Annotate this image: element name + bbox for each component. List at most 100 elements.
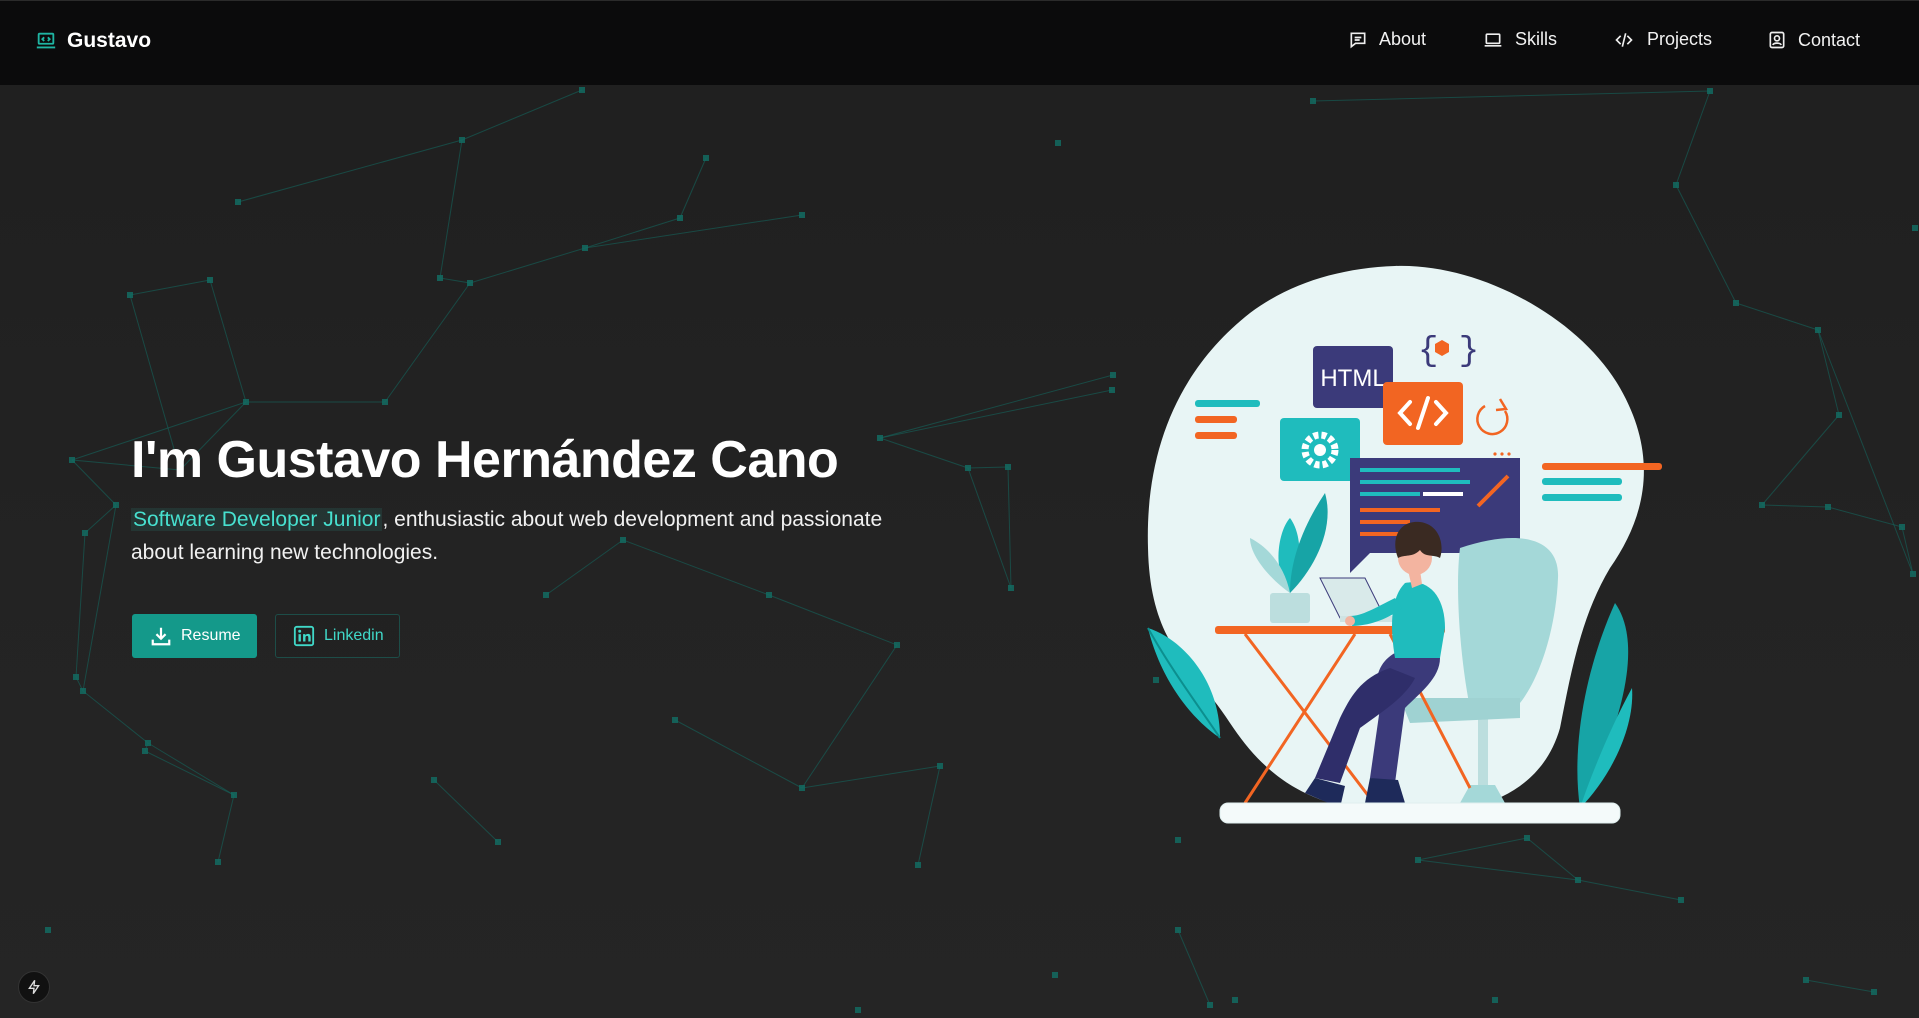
nav-contact-label: Contact — [1798, 29, 1861, 50]
network-node — [142, 748, 148, 754]
nav-about[interactable]: About — [1348, 29, 1426, 50]
linkedin-button[interactable]: Linkedin — [275, 614, 400, 658]
message-icon — [1350, 32, 1366, 48]
network-line — [1577, 879, 1682, 901]
brand-logo[interactable]: Gustavo — [35, 29, 151, 53]
network-line — [439, 277, 471, 284]
network-line — [1675, 90, 1711, 186]
network-node — [82, 530, 88, 536]
network-node — [467, 280, 473, 286]
network-line — [1817, 329, 1840, 416]
linkedin-icon — [293, 625, 315, 647]
network-line — [209, 279, 247, 403]
network-line — [1817, 329, 1914, 575]
resume-button-label: Resume — [181, 627, 241, 644]
network-node — [1733, 300, 1739, 306]
network-node — [579, 87, 585, 93]
network-node — [1575, 877, 1581, 883]
network-line — [768, 594, 898, 646]
nav-contact[interactable]: Contact — [1767, 29, 1860, 51]
network-node — [431, 777, 437, 783]
network-node — [69, 457, 75, 463]
network-node — [1310, 98, 1316, 104]
network-node — [1207, 1002, 1213, 1008]
network-node — [672, 717, 678, 723]
deco-line — [1542, 463, 1662, 470]
network-node — [894, 642, 900, 648]
nav-skills[interactable]: Skills — [1482, 29, 1557, 50]
network-node — [127, 292, 133, 298]
network-line — [879, 389, 1113, 439]
network-line — [679, 157, 707, 219]
laptop-code-icon — [36, 32, 56, 49]
network-node — [45, 927, 51, 933]
network-node — [1899, 524, 1905, 530]
download-icon — [151, 627, 171, 646]
network-node — [1008, 585, 1014, 591]
chair-base — [1478, 708, 1488, 788]
network-node — [80, 688, 86, 694]
network-line — [1177, 929, 1211, 1006]
network-line — [129, 279, 211, 296]
deco-line — [1542, 494, 1622, 501]
network-line — [1007, 466, 1012, 589]
network-line — [439, 139, 463, 279]
network-line — [1761, 414, 1840, 506]
hero-description: Software Developer Junior, enthusiastic … — [131, 503, 931, 569]
network-node — [1232, 997, 1238, 1003]
network-node — [799, 212, 805, 218]
network-node — [855, 1007, 861, 1013]
resume-button[interactable]: Resume — [132, 614, 257, 658]
network-node — [1055, 140, 1061, 146]
network-node — [799, 785, 805, 791]
nav-projects[interactable]: Projects — [1612, 29, 1712, 50]
network-line — [1805, 979, 1875, 993]
nav-projects-label: Projects — [1647, 29, 1713, 49]
network-node — [243, 399, 249, 405]
brand-name: Gustavo — [67, 29, 152, 52]
network-node — [1673, 182, 1679, 188]
network-node — [1815, 327, 1821, 333]
network-node — [1678, 897, 1684, 903]
network-node — [215, 859, 221, 865]
network-node — [766, 592, 772, 598]
network-node — [915, 862, 921, 868]
network-line — [1675, 184, 1737, 304]
network-node — [145, 740, 151, 746]
network-line — [1312, 90, 1711, 102]
network-node — [73, 674, 79, 680]
network-node — [1707, 88, 1713, 94]
network-node — [1415, 857, 1421, 863]
network-line — [584, 217, 681, 249]
network-line — [967, 466, 1009, 469]
dev-tools-button[interactable] — [18, 971, 50, 1003]
network-line — [217, 794, 235, 863]
network-node — [231, 792, 237, 798]
network-line — [433, 779, 499, 843]
network-node — [207, 277, 213, 283]
network-line — [967, 467, 1012, 589]
network-node — [1910, 571, 1916, 577]
network-node — [677, 215, 683, 221]
network-node — [1759, 502, 1765, 508]
network-node — [1052, 972, 1058, 978]
html-tile-label: HTML — [1320, 365, 1385, 392]
network-line — [801, 644, 898, 789]
lightning-icon — [28, 979, 40, 995]
network-line — [237, 139, 463, 203]
deco-line — [1195, 432, 1237, 439]
hero-title: I'm Gustavo Hernández Cano — [131, 431, 839, 489]
nav-about-label: About — [1379, 29, 1427, 49]
network-line — [1417, 837, 1528, 861]
network-node — [965, 465, 971, 471]
network-node — [113, 502, 119, 508]
network-node — [1492, 997, 1498, 1003]
network-line — [1761, 504, 1829, 508]
network-line — [461, 89, 583, 141]
network-node — [1109, 387, 1115, 393]
navbar: Gustavo About Skills Projects Contact — [0, 0, 1919, 85]
network-node — [877, 435, 883, 441]
network-node — [495, 839, 501, 845]
network-line — [917, 765, 941, 866]
network-node — [1836, 412, 1842, 418]
